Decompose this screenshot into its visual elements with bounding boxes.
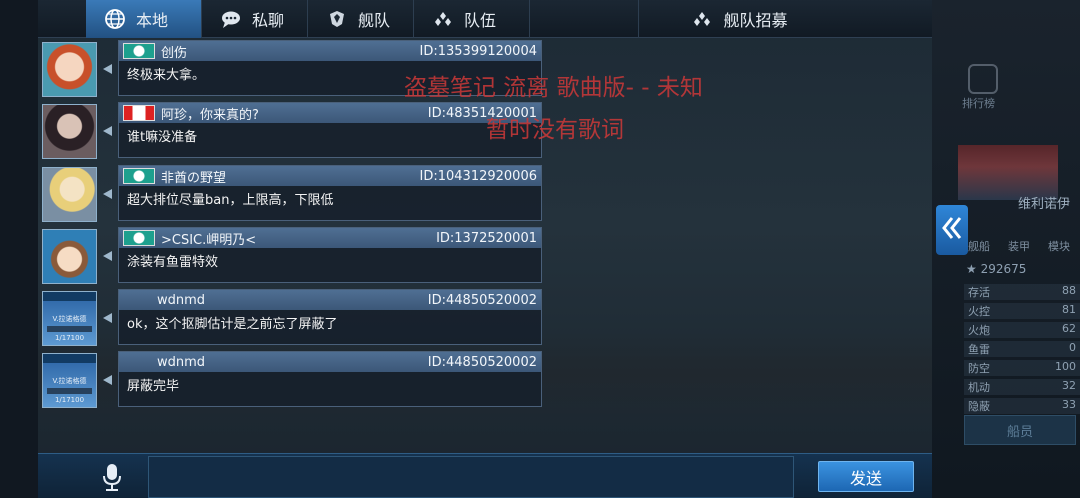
tab-private-chat[interactable]: 私聊: [202, 0, 308, 38]
chat-input-bar: 发送: [38, 453, 932, 498]
chat-tab-bar: 本地 私聊 舰队 队伍 舰队招募: [38, 0, 932, 38]
bubble-pointer: [103, 251, 112, 261]
sender-name[interactable]: 非酋の野望: [161, 167, 420, 186]
ship-card-avatar[interactable]: V.拉诺格德 1/17100: [42, 291, 97, 346]
sender-name[interactable]: >CSIC.岬明乃<: [161, 229, 436, 248]
message-bubble: wdnmd ID:44850520002 ok，这个抠脚估计是之前忘了屏蔽了: [118, 289, 542, 345]
message-text: 涂装有鱼雷特效: [127, 255, 219, 270]
tab-team-label: 队伍: [464, 11, 497, 30]
double-chevron-left-icon: [941, 215, 963, 245]
chat-bubble-icon: [220, 8, 242, 30]
tab-armor[interactable]: 装甲: [1008, 238, 1030, 254]
tab-fleet-recruit[interactable]: 舰队招募: [638, 0, 858, 38]
collapse-chat-button[interactable]: [936, 205, 968, 255]
avatar[interactable]: [42, 104, 97, 159]
ship-card-name: V.拉诺格德: [52, 377, 87, 385]
bubble-pointer: [103, 313, 112, 323]
microphone-icon[interactable]: [100, 462, 124, 492]
stat-row: 隐蔽 33: [964, 398, 1080, 414]
tab-ship[interactable]: 舰船: [968, 238, 990, 254]
chat-message-input[interactable]: [148, 456, 794, 498]
avatar[interactable]: [42, 167, 97, 222]
message-text: ok，这个抠脚估计是之前忘了屏蔽了: [127, 317, 338, 332]
stat-row: 防空 100: [964, 360, 1080, 376]
sender-name[interactable]: wdnmd: [157, 293, 428, 308]
green-emblem-icon: [123, 168, 155, 184]
sender-id: ID:44850520002: [427, 292, 537, 308]
tab-fleet-label: 舰队: [358, 11, 391, 30]
green-emblem-icon: [123, 230, 155, 246]
message-text: 超大排位尽量ban，上限高，下限低: [127, 193, 334, 208]
team-dots-icon: [691, 8, 713, 30]
bubble-pointer: [103, 126, 112, 136]
team-dots-icon: [432, 8, 454, 30]
tab-fleet[interactable]: 舰队: [308, 0, 414, 38]
ship-tabs: 舰船 装甲 模块: [968, 238, 1070, 254]
bubble-pointer: [103, 375, 112, 385]
sender-id: ID:104312920006: [419, 168, 537, 184]
bubble-pointer: [103, 64, 112, 74]
message-bubble: wdnmd ID:44850520002 屏蔽完毕: [118, 351, 542, 407]
chat-message: 阿珍，你来真的? ID:48351420001 谁t嘛没准备: [40, 102, 542, 160]
chat-message: V.拉诺格德 1/17100 wdnmd ID:44850520002 ok，这…: [40, 289, 542, 347]
message-text: 谁t嘛没准备: [127, 130, 198, 145]
tab-team[interactable]: 队伍: [414, 0, 530, 38]
stat-row: 火控 81: [964, 303, 1080, 319]
avatar[interactable]: [42, 229, 97, 284]
green-emblem-icon: [123, 43, 155, 59]
send-button[interactable]: 发送: [818, 461, 914, 492]
chat-message: 非酋の野望 ID:104312920006 超大排位尽量ban，上限高，下限低: [40, 165, 542, 223]
fleet-shield-icon: [326, 8, 348, 30]
stat-row: 机动 32: [964, 379, 1080, 395]
crew-button[interactable]: 船员: [964, 415, 1076, 445]
leaderboard-icon[interactable]: [968, 64, 998, 94]
ship-score: ★ 292675: [966, 262, 1027, 276]
chat-message: V.拉诺格德 1/17100 wdnmd ID:44850520002 屏蔽完毕: [40, 351, 542, 409]
sender-id: ID:44850520002: [427, 354, 537, 370]
star-icon: ★: [966, 262, 981, 276]
message-text: 屏蔽完毕: [127, 379, 180, 394]
sender-name[interactable]: 阿珍，你来真的?: [161, 104, 428, 123]
tab-module[interactable]: 模块: [1048, 238, 1070, 254]
globe-icon: [104, 8, 126, 30]
left-edge-strip: [0, 0, 38, 498]
avatar[interactable]: [42, 42, 97, 97]
tab-local[interactable]: 本地: [86, 0, 202, 38]
song-title-overlay: 盗墓笔记 流离 歌曲版- - 未知: [404, 75, 703, 101]
sender-name[interactable]: 创伤: [161, 42, 420, 61]
tab-private-chat-label: 私聊: [252, 11, 285, 30]
tab-fleet-recruit-label: 舰队招募: [723, 11, 788, 30]
sender-name[interactable]: wdnmd: [157, 355, 428, 370]
bubble-pointer: [103, 189, 112, 199]
chat-message: >CSIC.岬明乃< ID:1372520001 涂装有鱼雷特效: [40, 227, 542, 285]
lyrics-overlay: 暂时没有歌词: [486, 117, 624, 143]
stat-row: 存活 88: [964, 284, 1080, 300]
ship-name: 维利诺伊: [1018, 197, 1071, 212]
sender-id: ID:135399120004: [419, 43, 537, 59]
message-bubble: >CSIC.岬明乃< ID:1372520001 涂装有鱼雷特效: [118, 227, 542, 283]
ship-card-level: 1/17100: [54, 334, 85, 342]
message-bubble: 非酋の野望 ID:104312920006 超大排位尽量ban，上限高，下限低: [118, 165, 542, 221]
message-bubble: 阿珍，你来真的? ID:48351420001 谁t嘛没准备: [118, 102, 542, 158]
stat-row: 火炮 62: [964, 322, 1080, 338]
sender-id: ID:1372520001: [436, 230, 537, 246]
ship-card-name: V.拉诺格德: [52, 315, 87, 323]
leaderboard-label: 排行榜: [962, 97, 995, 110]
tab-local-label: 本地: [136, 11, 169, 30]
ship-card-avatar[interactable]: V.拉诺格德 1/17100: [42, 353, 97, 408]
canada-flag-icon: [123, 105, 155, 121]
ship-flag-image: [958, 145, 1058, 200]
stat-row: 鱼雷 0: [964, 341, 1080, 357]
ship-card-level: 1/17100: [54, 396, 85, 404]
